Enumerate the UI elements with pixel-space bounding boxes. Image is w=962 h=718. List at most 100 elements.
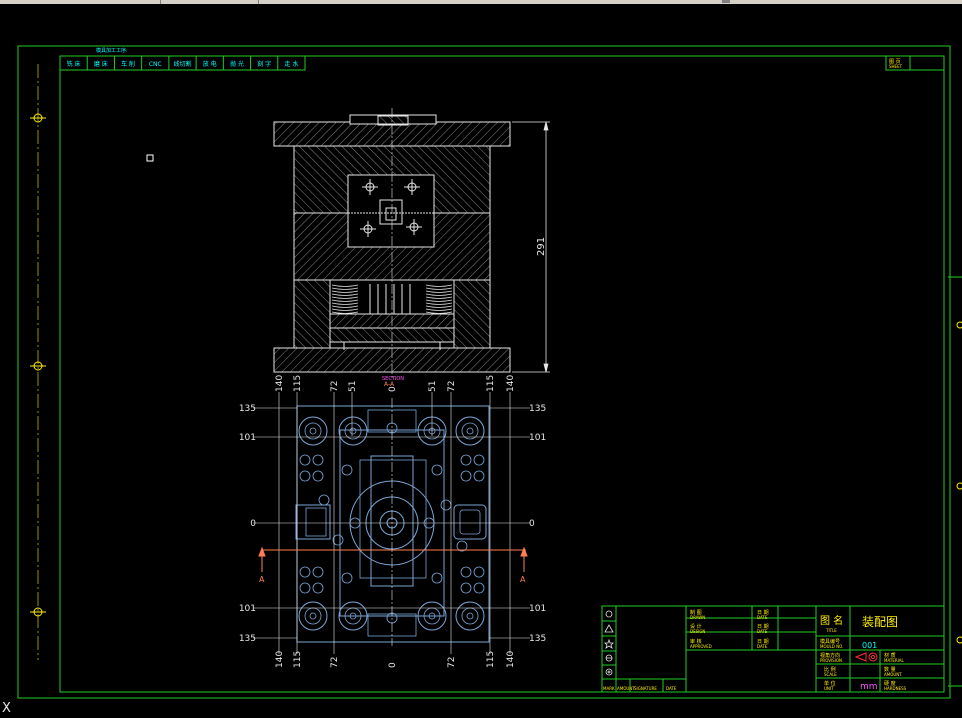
screw-hole: [299, 582, 311, 594]
screw-hole: [473, 454, 485, 466]
screw-hole: [473, 582, 485, 594]
sprue-bushing: [377, 115, 409, 126]
dim-right: 135: [529, 404, 546, 414]
spring-coil: [331, 299, 359, 302]
dim-top: 140: [506, 375, 516, 392]
spring-coil: [331, 287, 359, 290]
process-table-title: 模具加工工序:: [96, 47, 128, 54]
tb-role-en: DRAWN: [690, 615, 705, 620]
section-arrow-label-left: A: [259, 575, 265, 584]
process-cell: 放 电: [203, 60, 217, 68]
dim-right: 101: [529, 604, 546, 614]
dim-left: 0: [250, 519, 256, 529]
spring-coil: [425, 287, 453, 290]
dim-left: 101: [239, 604, 256, 614]
dim-top: 51: [428, 381, 438, 392]
spring-coil: [425, 284, 453, 287]
guide-pillar-circle: [338, 416, 368, 446]
guide-pillar-circle: [455, 601, 485, 631]
spring-coil: [425, 308, 453, 311]
spring-coil: [425, 302, 453, 305]
tb-role-en: APPROVED: [690, 644, 712, 649]
section-cut-line: [258, 546, 528, 572]
tb-date-en: DATE: [757, 615, 768, 620]
tb-date-en: DATE: [757, 644, 768, 649]
spring-coil: [331, 305, 359, 308]
screw-hole: [460, 454, 472, 466]
tb-amount-en: AMOUNT: [884, 672, 902, 677]
inner-border: [59, 55, 945, 693]
process-cell: 铣 床: [67, 60, 81, 68]
screw-hole: [318, 494, 330, 506]
dim-top: 115: [486, 375, 496, 392]
support-block-left: [293, 279, 331, 349]
toolbar-grip: [722, 0, 730, 3]
height-dimension-value: 291: [536, 237, 547, 256]
dim-bottom: 72: [330, 657, 340, 668]
plan-view: A A 140 115 72 51 0 51 72 115 140 140 115 72 0 72 115 1…: [239, 375, 546, 668]
screw-hole: [312, 470, 324, 482]
screw-hole: [341, 572, 353, 584]
spring-coil: [331, 296, 359, 299]
dim-bottom: 140: [506, 651, 516, 668]
section-arrow-label-right: A: [520, 575, 526, 584]
screw-hole: [332, 534, 344, 546]
spring-coil: [425, 293, 453, 296]
screw-hole: [431, 464, 443, 476]
dim-left: 135: [239, 404, 256, 414]
edge-marks: [956, 321, 962, 644]
spring-coil: [425, 311, 453, 314]
guide-pillar-circle: [298, 416, 328, 446]
spring-coil: [331, 284, 359, 287]
spring-coil: [331, 311, 359, 314]
tb-unit-en: UNIT: [824, 686, 834, 691]
screw-hole: [460, 582, 472, 594]
screw-hole: [440, 499, 452, 511]
tb-title-value: 装配图: [862, 615, 898, 629]
plan-side-block-left: [295, 504, 331, 540]
cad-drawing[interactable]: 模具加工工序: 铣 床 磨 床 车 削 CNC 线切割 放 电 抛 光 刻 字 走 水 图 页 …: [0, 4, 962, 716]
support-block-right: [453, 279, 491, 349]
tb-scale-en: SCALE: [824, 672, 837, 677]
process-table: 模具加工工序: 铣 床 磨 床 车 削 CNC 线切割 放 电 抛 光 刻 字 走 水: [59, 47, 306, 71]
process-cell: 车 削: [121, 60, 135, 68]
spring-coil: [425, 305, 453, 308]
tb-role-en: DESIGN: [690, 629, 705, 634]
registration-marks: [30, 113, 46, 617]
dim-bottom: 140: [275, 651, 285, 668]
dim-top: 0: [388, 386, 398, 392]
tb-title-label-en: TITLE: [825, 628, 837, 633]
spring-coil: [331, 290, 359, 293]
screw-hole: [473, 470, 485, 482]
dim-bottom: 72: [447, 657, 457, 668]
sheet-label-en: SHEET: [889, 64, 903, 69]
drawing-canvas[interactable]: 模具加工工序: 铣 床 磨 床 车 削 CNC 线切割 放 电 抛 光 刻 字 走 水 图 页 …: [0, 4, 962, 716]
process-cell: 抛 光: [230, 60, 244, 68]
tb-material-en: MATERIAL: [884, 658, 905, 663]
screw-hole: [473, 566, 485, 578]
process-cell: 磨 床: [94, 60, 108, 68]
screw-hole: [460, 566, 472, 578]
section-view: 291 SECTION A-A: [273, 108, 550, 388]
dim-left: 135: [239, 634, 256, 644]
tb-unit-value: mm: [860, 682, 878, 692]
tb-rev-header: DATE: [666, 686, 677, 691]
spring-coil: [425, 290, 453, 293]
spring-coil: [331, 302, 359, 305]
dim-bottom: 115: [293, 651, 303, 668]
screw-hole: [299, 454, 311, 466]
dim-bottom: 115: [486, 651, 496, 668]
tb-mold-no-en: MOULD NO.: [820, 644, 843, 649]
dim-left: 101: [239, 433, 256, 443]
tb-title-label-cn: 图 名: [820, 614, 843, 627]
screw-hole: [299, 470, 311, 482]
guide-pillar-circle: [298, 601, 328, 631]
spring-coil: [331, 293, 359, 296]
ucs-icon: X: [2, 701, 11, 714]
screw-hole: [431, 572, 443, 584]
screw-hole: [299, 566, 311, 578]
dim-right: 0: [529, 519, 535, 529]
screw-hole: [312, 454, 324, 466]
pickbox-icon: [146, 154, 154, 162]
dim-top: 51: [348, 381, 358, 392]
